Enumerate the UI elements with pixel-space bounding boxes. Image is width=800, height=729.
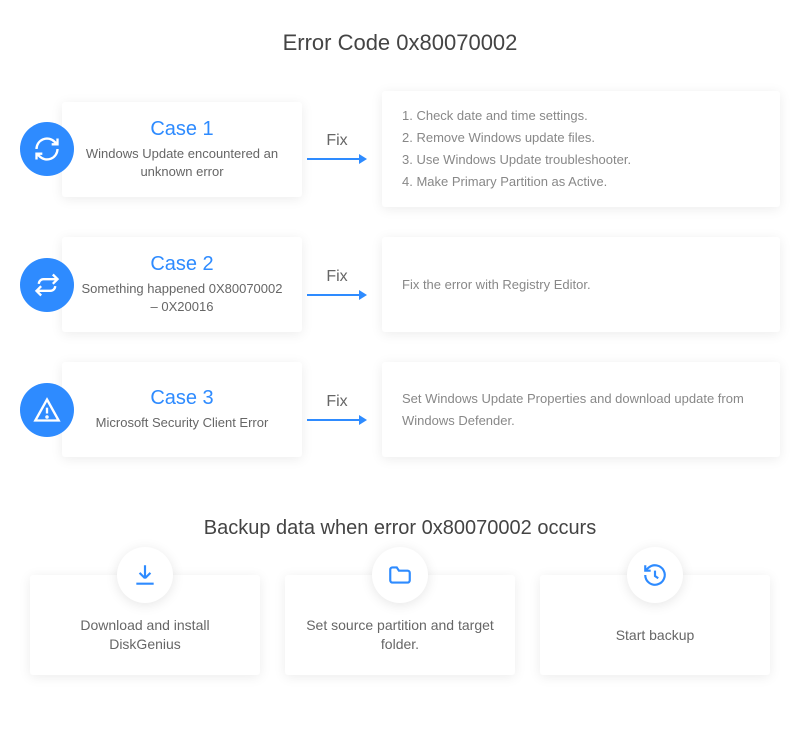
backup-card-start: Start backup (540, 575, 770, 675)
case-row-2: Case 2 Something happened 0X80070002 – 0… (20, 237, 780, 332)
case-card-3: Case 3 Microsoft Security Client Error (62, 362, 302, 457)
case-card-2: Case 2 Something happened 0X80070002 – 0… (62, 237, 302, 332)
backup-text: Set source partition and target folder. (305, 616, 495, 655)
case-desc: Windows Update encountered an unknown er… (77, 145, 287, 181)
refresh-icon (20, 122, 74, 176)
fix-label: Fix (326, 268, 347, 286)
backup-card-source: Set source partition and target folder. (285, 575, 515, 675)
history-icon (627, 547, 683, 603)
download-icon (117, 547, 173, 603)
fix-card-1: 1. Check date and time settings. 2. Remo… (382, 91, 780, 207)
backup-text: Start backup (616, 626, 695, 646)
fix-arrow: Fix (302, 268, 372, 302)
backup-text: Download and install DiskGenius (50, 616, 240, 655)
fix-label: Fix (326, 132, 347, 150)
fix-label: Fix (326, 393, 347, 411)
fix-text: Set Windows Update Properties and downlo… (402, 388, 760, 432)
folder-icon (372, 547, 428, 603)
backup-section: Backup data when error 0x80070002 occurs… (20, 517, 780, 675)
case-title: Case 3 (150, 387, 213, 410)
fix-item: 4. Make Primary Partition as Active. (402, 171, 760, 193)
case-row-3: Case 3 Microsoft Security Client Error F… (20, 362, 780, 457)
fix-item: 2. Remove Windows update files. (402, 127, 760, 149)
case-title: Case 1 (150, 118, 213, 141)
warning-icon (20, 383, 74, 437)
fix-card-2: Fix the error with Registry Editor. (382, 237, 780, 332)
fix-card-3: Set Windows Update Properties and downlo… (382, 362, 780, 457)
case-desc: Microsoft Security Client Error (96, 414, 269, 432)
fix-text: Fix the error with Registry Editor. (402, 274, 760, 296)
backup-row: Download and install DiskGenius Set sour… (20, 575, 780, 675)
fix-item: 3. Use Windows Update troubleshooter. (402, 149, 760, 171)
case-desc: Something happened 0X80070002 – 0X20016 (77, 280, 287, 316)
page-title: Error Code 0x80070002 (20, 30, 780, 56)
retweet-icon (20, 258, 74, 312)
backup-title: Backup data when error 0x80070002 occurs (20, 517, 780, 540)
fix-item: 1. Check date and time settings. (402, 105, 760, 127)
case-row-1: Case 1 Windows Update encountered an unk… (20, 91, 780, 207)
case-title: Case 2 (150, 253, 213, 276)
case-card-1: Case 1 Windows Update encountered an unk… (62, 102, 302, 197)
fix-arrow: Fix (302, 132, 372, 166)
backup-card-download: Download and install DiskGenius (30, 575, 260, 675)
fix-arrow: Fix (302, 393, 372, 427)
